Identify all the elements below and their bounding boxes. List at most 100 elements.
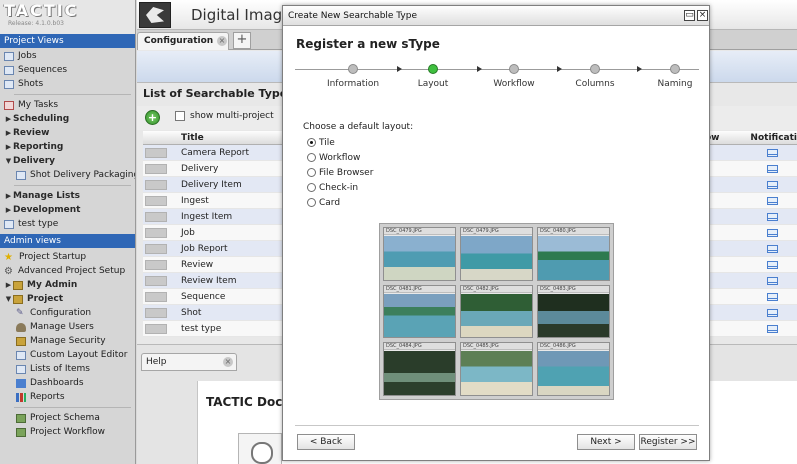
close-icon[interactable]: × [223, 357, 233, 367]
radio-button[interactable] [307, 183, 316, 192]
step-naming[interactable]: Naming [635, 60, 715, 89]
sidebar-item-dashboards[interactable]: Dashboards [16, 376, 135, 390]
sidebar-item-my-admin[interactable]: ▶ My Admin [4, 278, 135, 292]
envelope-icon[interactable] [767, 165, 778, 173]
show-multi-project-checkbox[interactable] [175, 111, 185, 121]
grid-icon [4, 65, 14, 75]
sidebar-item-scheduling[interactable]: ▶ Scheduling [4, 112, 135, 126]
thumbnail-placeholder [145, 291, 167, 302]
row-title: Shot [181, 307, 202, 318]
step-dot [590, 64, 600, 74]
sidebar-item-sequences[interactable]: Sequences [4, 63, 135, 77]
envelope-icon[interactable] [767, 229, 778, 237]
envelope-icon[interactable] [767, 213, 778, 221]
tab-configuration[interactable]: Configuration [137, 32, 229, 50]
sidebar-item-reporting[interactable]: ▶ Reporting [4, 140, 135, 154]
sidebar-item-manage-security[interactable]: Manage Security [16, 334, 135, 348]
thumbnail-placeholder [145, 259, 167, 270]
envelope-icon[interactable] [767, 293, 778, 301]
envelope-icon[interactable] [767, 277, 778, 285]
sidebar-item-my-tasks[interactable]: My Tasks [4, 98, 135, 112]
sidebar-item-shot-delivery-packaging[interactable]: Shot Delivery Packaging [4, 168, 135, 182]
row-title: Camera Report [181, 147, 250, 158]
gear-icon: ⚙ [4, 265, 13, 277]
back-button[interactable]: < Back [297, 434, 355, 450]
radio-button[interactable] [307, 138, 316, 147]
envelope-icon[interactable] [767, 245, 778, 253]
sidebar-item-lists-of-items[interactable]: Lists of Items [16, 362, 135, 376]
register-button[interactable]: Register >> [639, 434, 697, 450]
project-views-header[interactable]: Project Views [0, 34, 135, 48]
sidebar-item-development[interactable]: ▶ Development [4, 203, 135, 217]
collapse-arrow-icon: ▼ [5, 157, 12, 165]
sidebar-item-configuration[interactable]: ✎ Configuration [16, 306, 135, 320]
layout-option-card[interactable]: Card [307, 195, 373, 210]
sidebar-item-delivery[interactable]: ▼ Delivery [4, 154, 135, 168]
step-dot [348, 64, 358, 74]
notification-cell [705, 193, 797, 209]
step-workflow[interactable]: Workflow [474, 60, 554, 89]
envelope-icon[interactable] [767, 309, 778, 317]
logo-text: TACTIC [4, 1, 79, 20]
preview-tile: DSC_0486.JPG [537, 342, 610, 396]
dialog-title: Create New Searchable Type [288, 11, 417, 21]
step-layout[interactable]: Layout [393, 60, 473, 89]
landscape-photo [538, 351, 609, 395]
admin-views-header[interactable]: Admin views [0, 234, 135, 248]
thumbnail-placeholder [145, 163, 167, 174]
landscape-photo [384, 351, 455, 395]
sidebar-item-project-schema[interactable]: Project Schema [16, 411, 135, 425]
layout-option-file-browser[interactable]: File Browser [307, 165, 373, 180]
landscape-photo [461, 293, 532, 338]
step-dot [509, 64, 519, 74]
step-columns[interactable]: Columns [555, 60, 635, 89]
envelope-icon[interactable] [767, 261, 778, 269]
add-tab-button[interactable]: + [233, 32, 251, 49]
notification-cell [705, 289, 797, 305]
notification-cell [705, 273, 797, 289]
column-notification[interactable]: Notificati [750, 131, 797, 144]
envelope-icon[interactable] [767, 325, 778, 333]
sidebar-item-project[interactable]: ▼ Project [4, 292, 135, 306]
radio-button[interactable] [307, 198, 316, 207]
sidebar-item-reports[interactable]: Reports [16, 390, 135, 404]
grid-icon [4, 51, 14, 61]
wizard-steps: Information Layout Workflow Columns Nami… [295, 60, 699, 96]
next-button[interactable]: Next > [577, 434, 635, 450]
envelope-icon[interactable] [767, 197, 778, 205]
notification-cell [705, 209, 797, 225]
layout-option-workflow[interactable]: Workflow [307, 150, 373, 165]
thumbnail-placeholder [145, 307, 167, 318]
notification-cell [705, 241, 797, 257]
close-icon[interactable]: × [217, 36, 227, 46]
sidebar-item-project-startup[interactable]: ★ Project Startup [4, 250, 135, 264]
tactic-logo: TACTIC Release: 4.1.0.b03 [0, 0, 135, 34]
step-information[interactable]: Information [313, 60, 393, 89]
layout-option-check-in[interactable]: Check-in [307, 180, 373, 195]
dialog-titlebar[interactable]: Create New Searchable Type ▭ × [283, 6, 709, 26]
envelope-icon[interactable] [767, 149, 778, 157]
layout-option-tile[interactable]: Tile [307, 135, 373, 150]
sidebar-item-test-type[interactable]: test type [4, 217, 135, 231]
sidebar-item-manage-users[interactable]: Manage Users [16, 320, 135, 334]
close-icon[interactable]: × [697, 10, 708, 21]
sidebar-item-review[interactable]: ▶ Review [4, 126, 135, 140]
maximize-icon[interactable]: ▭ [684, 10, 695, 21]
row-title: Job Report [181, 243, 228, 254]
envelope-icon[interactable] [767, 181, 778, 189]
sidebar-item-custom-layout-editor[interactable]: Custom Layout Editor [16, 348, 135, 362]
preview-tile: DSC_0485.JPG [460, 342, 533, 396]
tab-label: Configuration [144, 36, 214, 46]
users-icon [16, 322, 26, 332]
add-item-button[interactable]: + [145, 110, 160, 125]
radio-button[interactable] [307, 168, 316, 177]
sidebar-item-jobs[interactable]: Jobs [4, 49, 135, 63]
grid-icon [16, 170, 26, 180]
notification-cell [705, 161, 797, 177]
sidebar-item-manage-lists[interactable]: ▶ Manage Lists [4, 189, 135, 203]
sidebar-item-advanced-project-setup[interactable]: ⚙ Advanced Project Setup [4, 264, 135, 278]
notification-cell [705, 145, 797, 161]
sidebar-item-project-workflow[interactable]: Project Workflow [16, 425, 135, 439]
sidebar-item-shots[interactable]: Shots [4, 77, 135, 91]
radio-button[interactable] [307, 153, 316, 162]
